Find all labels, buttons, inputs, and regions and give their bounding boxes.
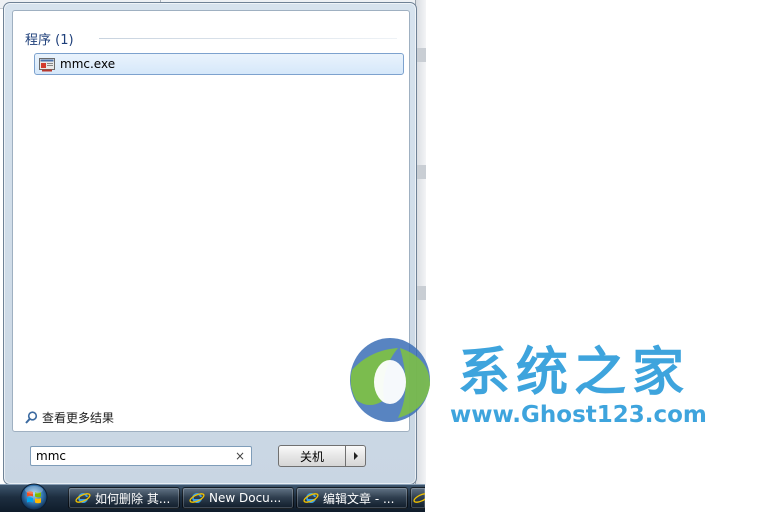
- shutdown-options-button[interactable]: [346, 445, 366, 467]
- taskbar-button-ie-1[interactable]: 如何删除 其...: [68, 487, 180, 509]
- background-mark: [416, 165, 426, 179]
- taskbar-button-ie-3[interactable]: 编辑文章 - ...: [296, 487, 408, 509]
- start-button[interactable]: [14, 481, 54, 511]
- section-divider: [99, 38, 397, 39]
- watermark-title: 系统之家: [458, 343, 691, 403]
- watermark-url: www.Ghost123.com: [450, 402, 707, 428]
- ie-icon: [189, 492, 205, 503]
- magnifier-icon: [25, 411, 38, 424]
- clear-search-icon[interactable]: ×: [233, 449, 247, 463]
- search-input[interactable]: [36, 448, 226, 464]
- start-search-box[interactable]: ×: [30, 446, 252, 466]
- taskbar-button-label: 编辑文章 - ...: [323, 491, 395, 506]
- result-item-label: mmc.exe: [60, 57, 116, 71]
- windows-orb-icon: [20, 483, 48, 511]
- ie-icon: [413, 493, 425, 503]
- background-mark: [416, 286, 426, 300]
- taskbar-button-label: 如何删除 其...: [95, 491, 171, 506]
- background-mark: [416, 48, 426, 62]
- site-watermark: 系统之家 www.Ghost123.com: [340, 330, 768, 430]
- programs-section-header: 程序 (1): [25, 33, 74, 48]
- ie-icon: [75, 492, 91, 503]
- taskbar-button-ie-2[interactable]: New Docu...: [182, 487, 294, 509]
- see-more-results-link[interactable]: 查看更多结果: [25, 409, 114, 426]
- see-more-results-label: 查看更多结果: [42, 411, 115, 425]
- watermark-logo-icon: [350, 338, 430, 422]
- shutdown-button[interactable]: 关机: [278, 445, 346, 467]
- taskbar-button-label: New Docu...: [209, 491, 282, 505]
- taskbar-button-overflow[interactable]: [410, 487, 425, 509]
- shutdown-controls: 关机: [278, 445, 366, 467]
- chevron-right-icon: [353, 452, 358, 460]
- mmc-console-icon: [39, 57, 55, 72]
- result-item-mmc[interactable]: mmc.exe: [34, 53, 404, 75]
- ie-icon: [303, 492, 319, 503]
